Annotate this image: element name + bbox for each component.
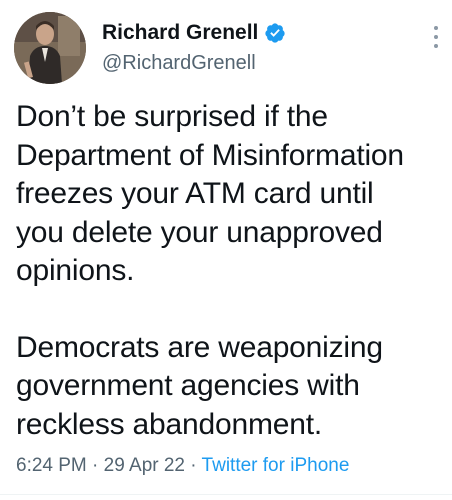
verified-badge-icon [264,22,286,44]
avatar[interactable] [14,12,86,84]
tweet-paragraph: Don’t be surprised if the Department of … [16,100,404,287]
more-dot [434,35,438,39]
tweet-text: Don’t be surprised if the Department of … [16,98,446,444]
display-name[interactable]: Richard Grenell [102,21,258,45]
meta-separator: · [92,455,99,476]
handle[interactable]: @RichardGrenell [102,52,412,75]
tweet-source-link[interactable]: Twitter for iPhone [202,455,350,476]
tweet-date[interactable]: 29 Apr 22 [104,455,185,476]
tweet-time[interactable]: 6:24 PM [16,455,87,476]
tweet-header: Richard Grenell @RichardGrenell [102,20,412,75]
tweet-card: Richard Grenell @RichardGrenell Don’t be… [0,0,452,500]
divider [0,494,452,495]
tweet-metadata: 6:24 PM · 29 Apr 22 · Twitter for iPhone [16,455,349,477]
more-dot [434,26,438,30]
name-row: Richard Grenell [102,20,412,46]
meta-separator: · [190,455,197,476]
more-dot [434,44,438,48]
avatar-image [14,12,86,84]
more-options-icon[interactable] [426,24,446,50]
tweet-paragraph: Democrats are weaponizing government age… [16,330,383,441]
